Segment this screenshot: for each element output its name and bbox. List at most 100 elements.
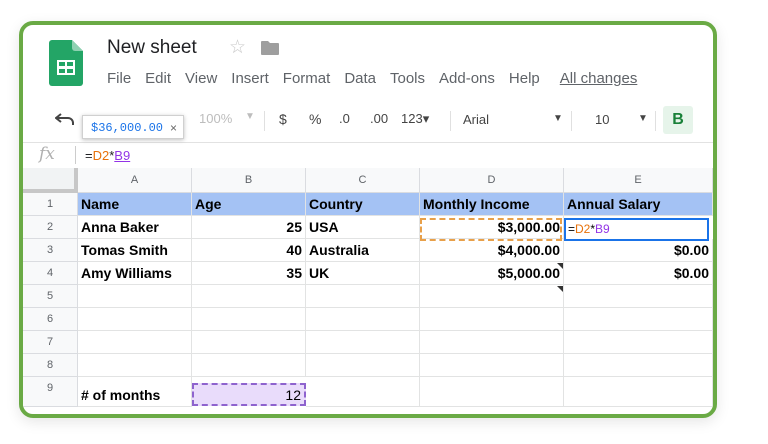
- formula-divider: [75, 146, 76, 164]
- cell-empty[interactable]: [192, 308, 306, 331]
- menu-addons[interactable]: Add-ons: [439, 70, 495, 87]
- cell-empty[interactable]: [306, 354, 420, 377]
- cell-empty[interactable]: [78, 308, 192, 331]
- font-select[interactable]: Arial: [463, 112, 489, 127]
- cell-b4[interactable]: 35: [192, 262, 306, 285]
- cell-c3[interactable]: Australia: [306, 239, 420, 262]
- row-header-9[interactable]: 9: [23, 377, 78, 407]
- cell-empty[interactable]: [564, 308, 713, 331]
- formula-input[interactable]: =D2*B9: [85, 148, 130, 163]
- column-header-a[interactable]: A: [78, 168, 192, 193]
- cell-a3[interactable]: Tomas Smith: [78, 239, 192, 262]
- cell-empty[interactable]: [420, 377, 564, 407]
- cell-b2[interactable]: 25: [192, 216, 306, 239]
- more-formats-button[interactable]: 123▾: [401, 111, 429, 127]
- window-frame: New sheet ☆ File Edit View Insert Format…: [19, 21, 717, 418]
- font-size-select[interactable]: 10: [595, 112, 609, 127]
- cell-empty[interactable]: [420, 331, 564, 354]
- cell-b3[interactable]: 40: [192, 239, 306, 262]
- cell-a9[interactable]: # of months: [78, 377, 192, 407]
- cell-e2-editor[interactable]: =D2*B9: [564, 218, 709, 241]
- cell-empty[interactable]: [564, 377, 713, 407]
- select-all-corner[interactable]: [23, 168, 78, 193]
- document-title[interactable]: New sheet: [107, 37, 197, 59]
- cell-empty[interactable]: [306, 285, 420, 308]
- cell-d1[interactable]: Monthly Income: [420, 193, 564, 216]
- cell-empty[interactable]: [306, 377, 420, 407]
- percent-format-button[interactable]: %: [309, 111, 321, 127]
- column-header-b[interactable]: B: [192, 168, 306, 193]
- note-marker-icon: [557, 263, 563, 269]
- cell-empty[interactable]: [564, 285, 713, 308]
- cell-empty[interactable]: [192, 331, 306, 354]
- cell-empty[interactable]: [420, 354, 564, 377]
- editor-ref-b9: B9: [595, 222, 610, 236]
- cell-e3[interactable]: $0.00: [564, 239, 713, 262]
- increase-decimal-button[interactable]: .00: [370, 111, 388, 126]
- cell-d3[interactable]: $4,000.00: [420, 239, 564, 262]
- column-header-d[interactable]: D: [420, 168, 564, 193]
- menu-data[interactable]: Data: [344, 70, 376, 87]
- row-header-2[interactable]: 2: [23, 216, 78, 239]
- row-header-7[interactable]: 7: [23, 331, 78, 354]
- bold-button[interactable]: B: [663, 106, 693, 134]
- cell-empty[interactable]: [306, 308, 420, 331]
- menu-edit[interactable]: Edit: [145, 70, 171, 87]
- row-header-8[interactable]: 8: [23, 354, 78, 377]
- row-header-4[interactable]: 4: [23, 262, 78, 285]
- menu-view[interactable]: View: [185, 70, 217, 87]
- toolbar-divider: [450, 111, 451, 131]
- toolbar-divider: [264, 111, 265, 131]
- chevron-down-icon[interactable]: ▼: [245, 111, 255, 122]
- cell-e4[interactable]: $0.00: [564, 262, 713, 285]
- formula-ref-b9: B9: [114, 148, 131, 163]
- menu-insert[interactable]: Insert: [231, 70, 269, 87]
- chevron-down-icon[interactable]: ▼: [638, 113, 648, 124]
- currency-format-button[interactable]: $: [279, 111, 287, 127]
- editor-eq: =: [568, 222, 576, 236]
- cell-empty[interactable]: [78, 285, 192, 308]
- cell-empty[interactable]: [420, 308, 564, 331]
- chevron-down-icon[interactable]: ▼: [553, 113, 563, 124]
- row-header-3[interactable]: 3: [23, 239, 78, 262]
- cell-a1[interactable]: Name: [78, 193, 192, 216]
- column-header-c[interactable]: C: [306, 168, 420, 193]
- menu-tools[interactable]: Tools: [390, 70, 425, 87]
- cell-empty[interactable]: [78, 331, 192, 354]
- cell-empty[interactable]: [192, 285, 306, 308]
- zoom-select[interactable]: 100%: [199, 111, 232, 126]
- cell-empty[interactable]: [420, 285, 564, 308]
- row-header-6[interactable]: 6: [23, 308, 78, 331]
- cell-empty[interactable]: [192, 354, 306, 377]
- folder-icon[interactable]: [261, 41, 279, 55]
- fx-icon: fx: [39, 144, 55, 164]
- cell-c4[interactable]: UK: [306, 262, 420, 285]
- cell-e1[interactable]: Annual Salary: [564, 193, 713, 216]
- formula-eq: =: [85, 148, 93, 163]
- cell-a4[interactable]: Amy Williams: [78, 262, 192, 285]
- cell-empty[interactable]: [564, 331, 713, 354]
- all-changes-link[interactable]: All changes: [560, 70, 638, 87]
- cell-b9-value: 12: [285, 387, 301, 403]
- cell-c2[interactable]: USA: [306, 216, 420, 239]
- cell-c1[interactable]: Country: [306, 193, 420, 216]
- cell-empty[interactable]: [306, 331, 420, 354]
- column-header-e[interactable]: E: [564, 168, 713, 193]
- cell-a2[interactable]: Anna Baker: [78, 216, 192, 239]
- cell-d2[interactable]: $3,000.00: [420, 216, 564, 239]
- decrease-decimal-button[interactable]: .0: [339, 111, 350, 126]
- close-icon[interactable]: ×: [170, 116, 177, 140]
- menu-help[interactable]: Help: [509, 70, 540, 87]
- cell-b9[interactable]: 12: [192, 383, 306, 406]
- cell-d4[interactable]: $5,000.00: [420, 262, 564, 285]
- sheets-logo-icon[interactable]: [49, 40, 83, 86]
- row-header-5[interactable]: 5: [23, 285, 78, 308]
- menu-format[interactable]: Format: [283, 70, 331, 87]
- row-header-1[interactable]: 1: [23, 193, 78, 216]
- cell-b1[interactable]: Age: [192, 193, 306, 216]
- star-icon[interactable]: ☆: [229, 37, 246, 59]
- menu-file[interactable]: File: [107, 70, 131, 87]
- undo-icon[interactable]: [55, 111, 75, 127]
- cell-empty[interactable]: [564, 354, 713, 377]
- cell-empty[interactable]: [78, 354, 192, 377]
